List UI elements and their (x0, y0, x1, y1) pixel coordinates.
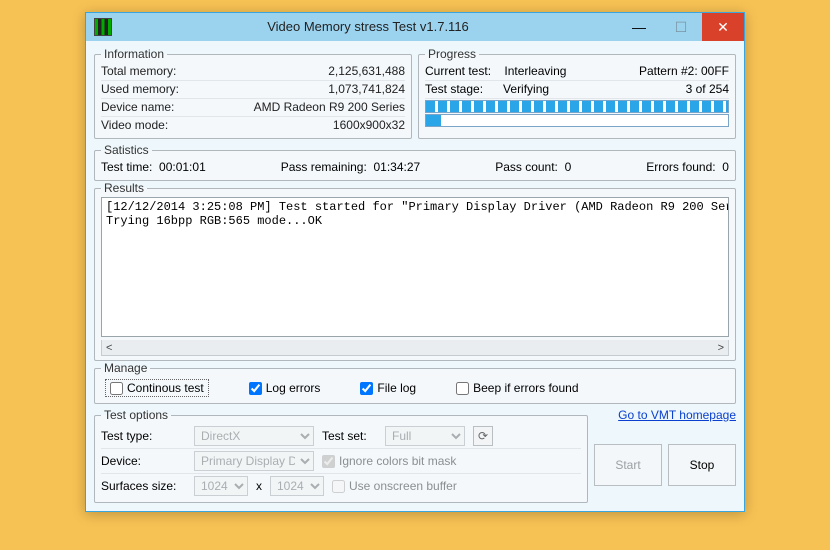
current-test-value: Interleaving (504, 64, 566, 78)
refresh-icon[interactable]: ⟳ (473, 426, 493, 446)
test-stage-label: Test stage: (425, 82, 483, 96)
results-legend: Results (101, 181, 147, 195)
beep-label: Beep if errors found (473, 381, 578, 395)
log-errors-checkbox[interactable]: Log errors (249, 381, 321, 395)
app-icon (94, 18, 112, 36)
surfaces-height-select[interactable]: 1024 (270, 476, 324, 496)
titlebar[interactable]: Video Memory stress Test v1.7.116 — ☐ ✕ (86, 13, 744, 41)
test-stage-value: Verifying (503, 82, 549, 96)
information-group: Information Total memory: 2,125,631,488 U… (94, 47, 412, 139)
used-memory-label: Used memory: (101, 81, 179, 98)
progress-legend: Progress (425, 47, 479, 61)
scroll-right-icon[interactable]: > (718, 342, 724, 354)
video-mode-label: Video mode: (101, 117, 168, 134)
surfaces-size-label: Surfaces size: (101, 479, 186, 493)
homepage-link[interactable]: Go to VMT homepage (618, 408, 736, 422)
test-type-select[interactable]: DirectX (194, 426, 314, 446)
continuous-test-checkbox[interactable]: Continous test (105, 379, 209, 397)
device-name-value: AMD Radeon R9 200 Series (254, 99, 405, 116)
scroll-left-icon[interactable]: < (106, 342, 112, 354)
ignore-colors-label: Ignore colors bit mask (339, 454, 456, 468)
pass-count-value: 0 (565, 160, 572, 174)
statistics-legend: Satistics (101, 143, 152, 157)
progress-bar-main (425, 100, 729, 113)
information-legend: Information (101, 47, 167, 61)
current-test-label: Current test: (425, 64, 491, 78)
beep-checkbox[interactable]: Beep if errors found (456, 381, 578, 395)
pass-remaining-value: 01:34:27 (373, 160, 420, 174)
stage-count: 3 of 254 (686, 81, 729, 98)
continuous-test-label: Continous test (127, 381, 204, 395)
results-group: Results < > (94, 181, 736, 361)
window-title: Video Memory stress Test v1.7.116 (118, 13, 618, 41)
total-memory-value: 2,125,631,488 (328, 63, 405, 80)
surfaces-width-select[interactable]: 1024 (194, 476, 248, 496)
test-options-group: Test options Test type: DirectX Test set… (94, 408, 588, 503)
errors-found-label: Errors found: (646, 160, 715, 174)
stop-button[interactable]: Stop (668, 444, 736, 486)
manage-legend: Manage (101, 361, 150, 375)
app-window: Video Memory stress Test v1.7.116 — ☐ ✕ … (85, 12, 745, 512)
pass-count-label: Pass count: (495, 160, 558, 174)
file-log-checkbox[interactable]: File log (360, 381, 416, 395)
errors-found-value: 0 (722, 160, 729, 174)
minimize-button[interactable]: — (618, 13, 660, 41)
used-memory-value: 1,073,741,824 (328, 81, 405, 98)
video-mode-value: 1600x900x32 (333, 117, 405, 134)
results-scrollbar[interactable]: < > (101, 340, 729, 356)
test-options-legend: Test options (101, 408, 171, 422)
progress-bar-secondary (425, 114, 729, 127)
maximize-button[interactable]: ☐ (660, 13, 702, 41)
test-time-label: Test time: (101, 160, 152, 174)
start-button[interactable]: Start (594, 444, 662, 486)
progress-group: Progress Current test: Interleaving Patt… (418, 47, 736, 139)
onscreen-buffer-checkbox: Use onscreen buffer (332, 479, 457, 493)
device-select[interactable]: Primary Display Driver (194, 451, 314, 471)
onscreen-buffer-label: Use onscreen buffer (349, 479, 457, 493)
manage-group: Manage Continous test Log errors File lo… (94, 361, 736, 404)
log-errors-label: Log errors (266, 381, 321, 395)
results-text[interactable] (101, 197, 729, 337)
file-log-label: File log (377, 381, 416, 395)
surfaces-x-separator: x (256, 479, 262, 493)
device-label: Device: (101, 454, 186, 468)
pattern-label: Pattern #2: 00FF (639, 63, 729, 80)
test-set-select[interactable]: Full (385, 426, 465, 446)
statistics-group: Satistics Test time: 00:01:01 Pass remai… (94, 143, 736, 181)
test-time-value: 00:01:01 (159, 160, 206, 174)
test-set-label: Test set: (322, 429, 377, 443)
pass-remaining-label: Pass remaining: (281, 160, 367, 174)
ignore-colors-checkbox: Ignore colors bit mask (322, 454, 456, 468)
close-button[interactable]: ✕ (702, 13, 744, 41)
test-type-label: Test type: (101, 429, 186, 443)
total-memory-label: Total memory: (101, 63, 176, 80)
device-name-label: Device name: (101, 99, 174, 116)
